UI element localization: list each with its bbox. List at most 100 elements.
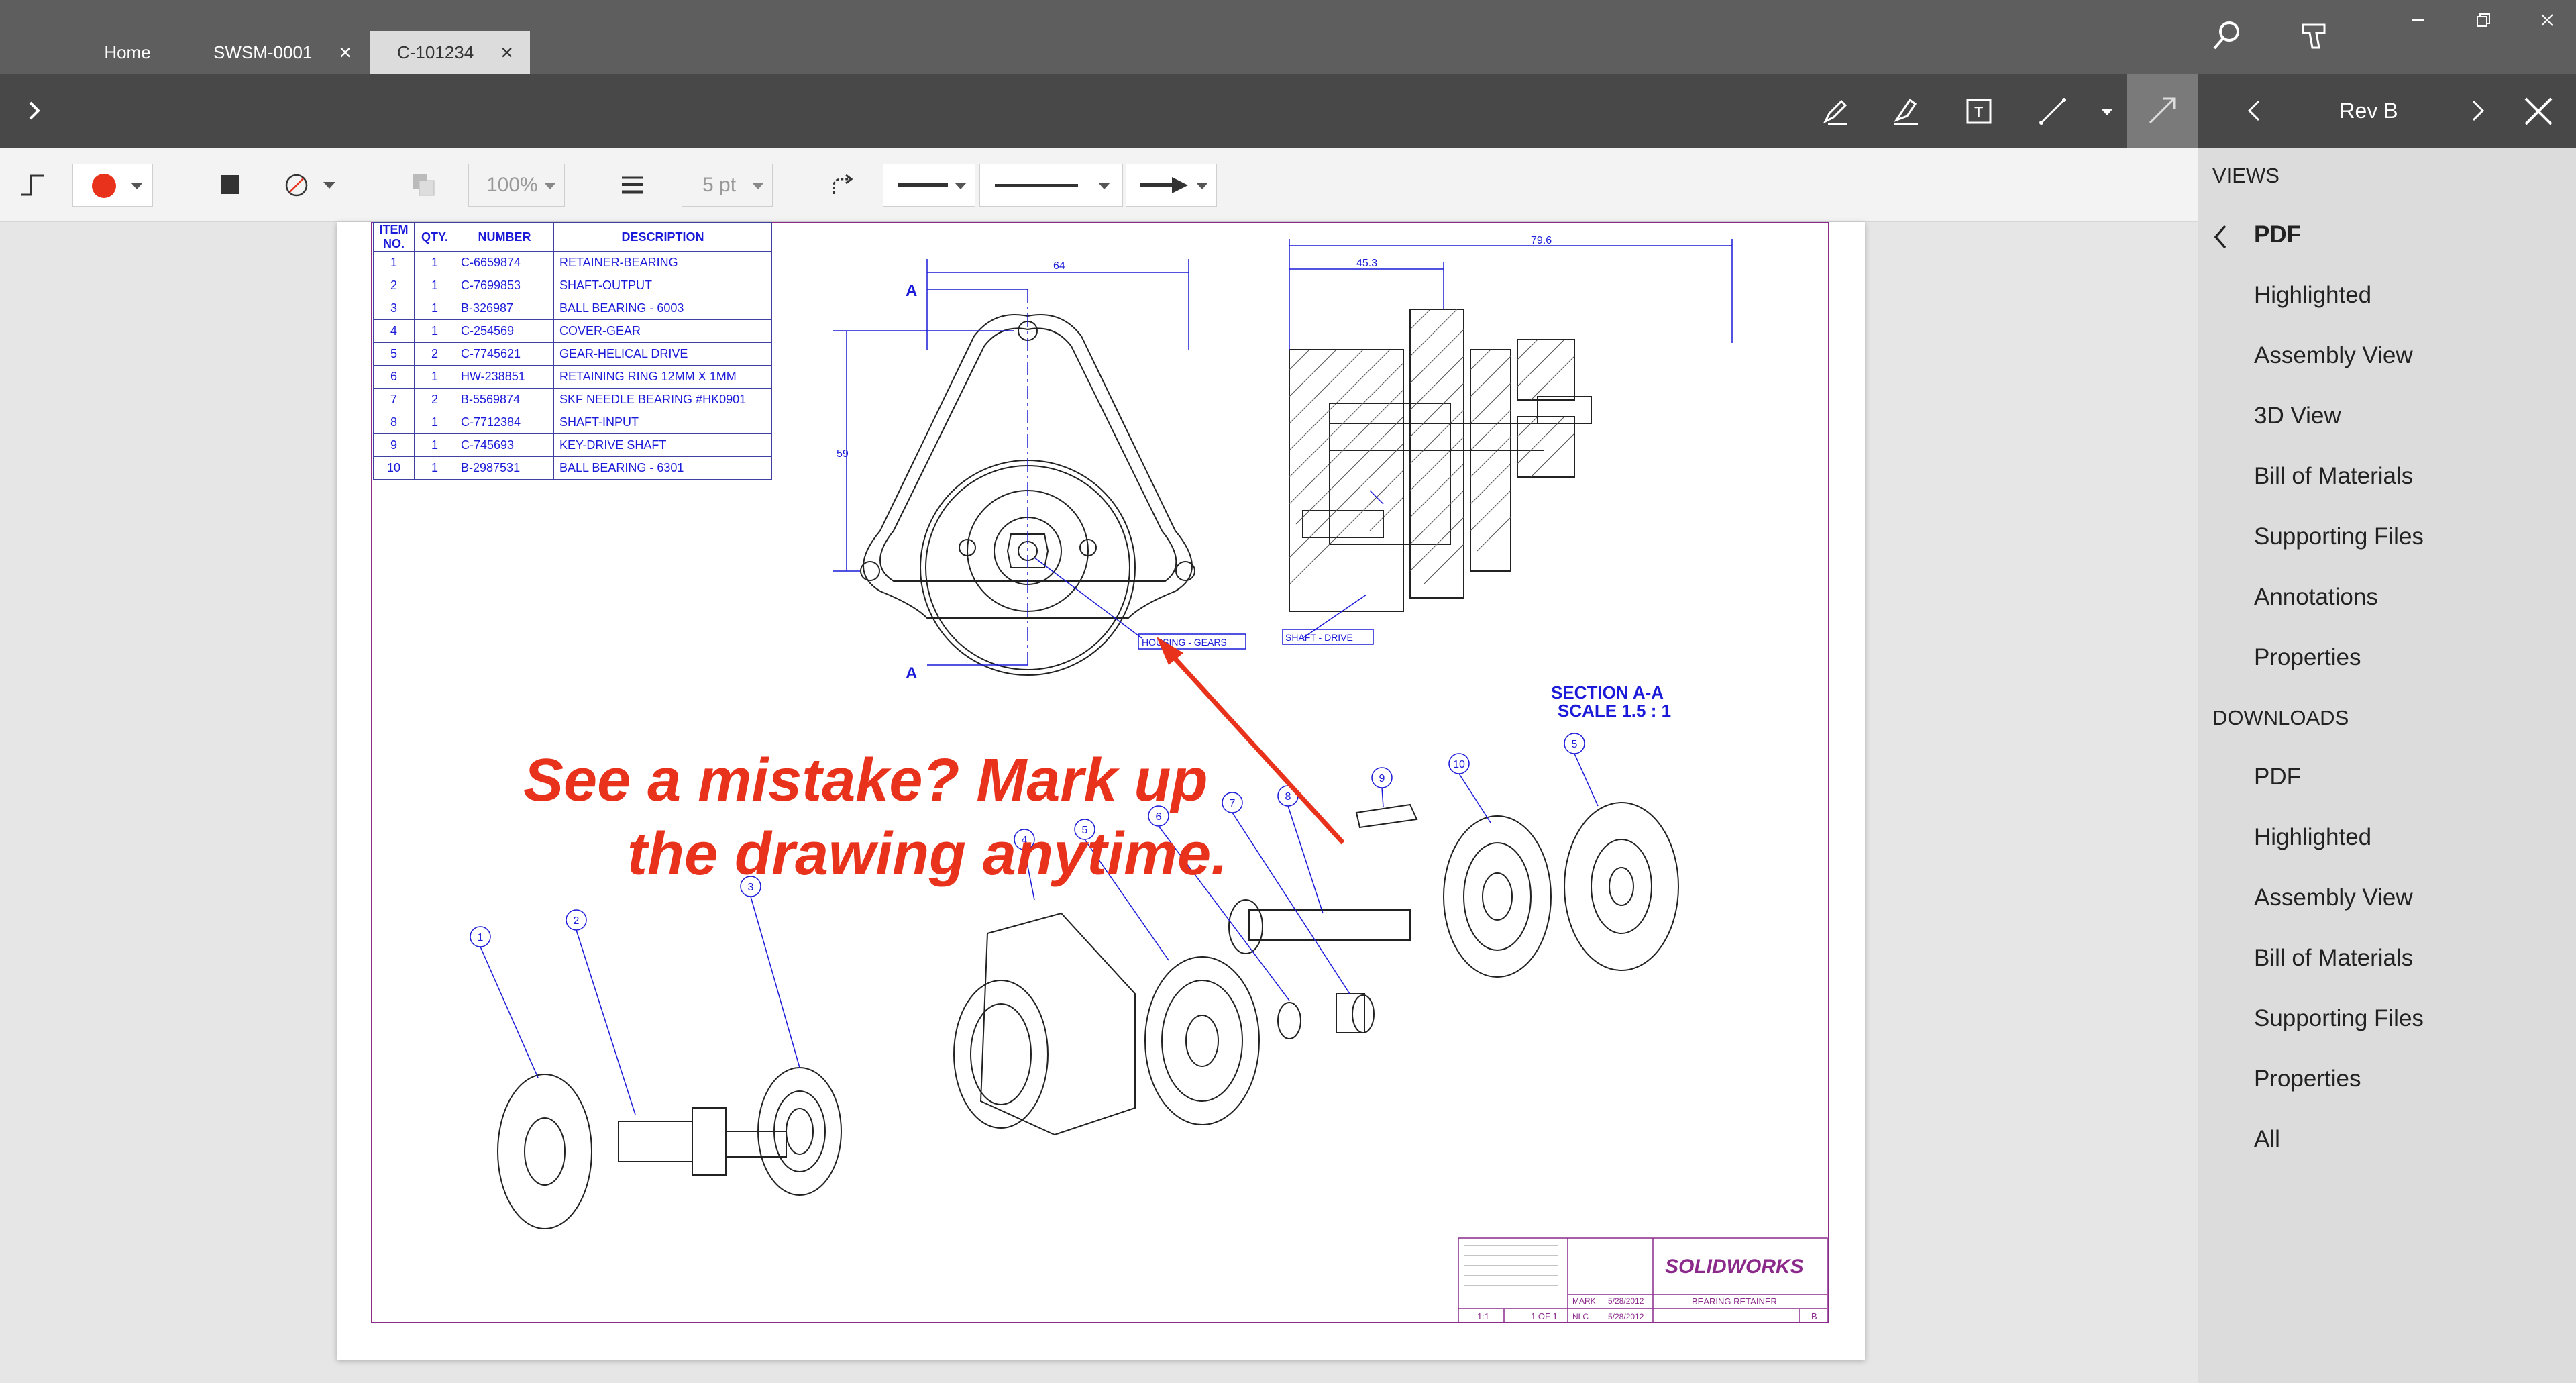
chevron-right-icon[interactable] [17, 94, 51, 127]
tab-bar: Home SWSM-0001 × C-101234 × [0, 0, 2576, 74]
close-icon[interactable]: × [500, 40, 513, 65]
balloon-9: 9 [1379, 773, 1385, 784]
dimension-45-3: 45.3 [1356, 258, 1377, 269]
tab-label: Home [104, 42, 151, 62]
text-box-icon[interactable]: T [1960, 93, 1998, 130]
table-row: 8 1 C-7712384 SHAFT-INPUT [373, 411, 772, 434]
table-cell: B-5569874 [455, 388, 554, 411]
chevron-left-icon[interactable] [2207, 220, 2234, 254]
stroke-color-dropdown[interactable] [72, 164, 153, 207]
title-block [1458, 1237, 1828, 1323]
table-cell: 1 [414, 297, 455, 320]
tab-home[interactable]: Home [80, 31, 174, 74]
table-cell: BALL BEARING - 6003 [553, 297, 772, 320]
arrow-tool-icon[interactable] [2127, 74, 2198, 148]
table-cell: B-2987531 [455, 456, 554, 480]
table-cell: 1 [373, 251, 415, 274]
table-cell: COVER-GEAR [553, 319, 772, 343]
dimension-59: 59 [837, 448, 849, 460]
table-cell: 1 [414, 433, 455, 457]
chevron-down-icon[interactable] [2101, 109, 2113, 115]
table-cell: 6 [373, 365, 415, 389]
section-marker-bottom: A [906, 664, 917, 682]
chevron-left-icon[interactable] [2238, 94, 2271, 127]
stroke-width-dropdown[interactable]: 5 pt [682, 164, 773, 207]
zoom-value: 100% [486, 174, 538, 196]
highlighter-icon[interactable] [1886, 93, 1924, 130]
downloads-header: DOWNLOADS [2212, 706, 2349, 729]
line-tool-icon[interactable] [2034, 93, 2072, 130]
arrowhead-dropdown[interactable] [1126, 164, 1217, 207]
arrow-end-icon [1138, 175, 1189, 199]
sidebar-item-3d-view[interactable]: 3D View [2254, 403, 2341, 429]
checked-date: 5/28/2012 [1608, 1312, 1644, 1321]
search-icon[interactable] [2207, 15, 2247, 55]
table-cell: 1 [414, 365, 455, 389]
sidebar-item-assembly-view[interactable]: Assembly View [2254, 342, 2413, 369]
balloon-2: 2 [574, 915, 580, 927]
balloon-8: 8 [1285, 791, 1291, 803]
download-item-pdf[interactable]: PDF [2254, 764, 2301, 790]
table-cell: 1 [414, 251, 455, 274]
table-row: 4 1 C-254569 COVER-GEAR [373, 319, 772, 343]
table-row: 3 1 B-326987 BALL BEARING - 6003 [373, 297, 772, 320]
sidebar-item-properties[interactable]: Properties [2254, 644, 2361, 671]
drawing-title: BEARING RETAINER [1692, 1296, 1777, 1307]
close-window-icon[interactable] [2530, 7, 2564, 34]
table-cell: SHAFT-INPUT [553, 411, 772, 434]
download-item-properties[interactable]: Properties [2254, 1066, 2361, 1092]
revision-label: Rev B [2339, 98, 2398, 123]
download-item-all[interactable]: All [2254, 1126, 2280, 1153]
minimize-icon[interactable] [2402, 7, 2435, 34]
connector-icon[interactable] [16, 168, 50, 201]
scanner-icon[interactable] [2294, 15, 2334, 55]
table-cell: C-6659874 [455, 251, 554, 274]
sidebar-item-highlighted[interactable]: Highlighted [2254, 282, 2371, 309]
checked-by: NLC [1572, 1312, 1589, 1321]
curved-arrow-icon[interactable] [825, 168, 859, 201]
close-icon[interactable] [2520, 93, 2557, 130]
line-weight-icon[interactable] [616, 168, 649, 201]
table-row: 1 1 C-6659874 RETAINER-BEARING [373, 251, 772, 274]
rev-value: B [1811, 1311, 1817, 1321]
sidebar-item-pdf[interactable]: PDF [2254, 221, 2301, 248]
table-cell: 3 [373, 297, 415, 320]
table-cell: C-254569 [455, 319, 554, 343]
line-dash-dropdown[interactable] [979, 164, 1123, 207]
download-item-bill-of-materials[interactable]: Bill of Materials [2254, 945, 2413, 972]
download-item-supporting-files[interactable]: Supporting Files [2254, 1005, 2424, 1032]
zoom-dropdown[interactable]: 100% [468, 164, 565, 207]
revision-bar: Rev B [2198, 74, 2576, 148]
chevron-down-icon [131, 183, 143, 189]
table-cell: RETAINING RING 12MM X 1MM [553, 365, 772, 389]
download-item-highlighted[interactable]: Highlighted [2254, 824, 2371, 851]
sidebar-item-supporting-files[interactable]: Supporting Files [2254, 523, 2424, 550]
drawn-date: 5/28/2012 [1608, 1296, 1644, 1306]
table-cell: 1 [414, 319, 455, 343]
command-bar: T [0, 74, 2198, 148]
no-fill-icon [284, 173, 309, 197]
table-cell: KEY-DRIVE SHAFT [553, 433, 772, 457]
download-item-assembly-view[interactable]: Assembly View [2254, 884, 2413, 911]
section-marker-top: A [906, 282, 917, 300]
table-cell: HW-238851 [455, 365, 554, 389]
restore-icon[interactable] [2466, 7, 2500, 34]
tab-swsm-0001[interactable]: SWSM-0001 × [195, 31, 381, 74]
table-cell: 2 [373, 274, 415, 297]
pen-icon[interactable] [1817, 93, 1854, 130]
line-style-dropdown[interactable] [883, 164, 975, 207]
chevron-right-icon[interactable] [2461, 94, 2494, 127]
sidebar-item-bill-of-materials[interactable]: Bill of Materials [2254, 463, 2413, 490]
housing-label: HOUSING - GEARS [1142, 637, 1227, 648]
layers-icon[interactable] [407, 168, 440, 201]
sidebar-item-annotations[interactable]: Annotations [2254, 584, 2378, 611]
balloon-7: 7 [1230, 798, 1236, 809]
chevron-down-icon [1098, 183, 1110, 189]
fill-square-icon[interactable] [213, 168, 247, 201]
table-cell: 4 [373, 319, 415, 343]
table-cell: 8 [373, 411, 415, 434]
close-icon[interactable]: × [339, 40, 352, 65]
tab-c-101234[interactable]: C-101234 × [370, 31, 530, 74]
fill-color-dropdown[interactable] [266, 164, 345, 205]
balloon-1: 1 [478, 932, 484, 943]
